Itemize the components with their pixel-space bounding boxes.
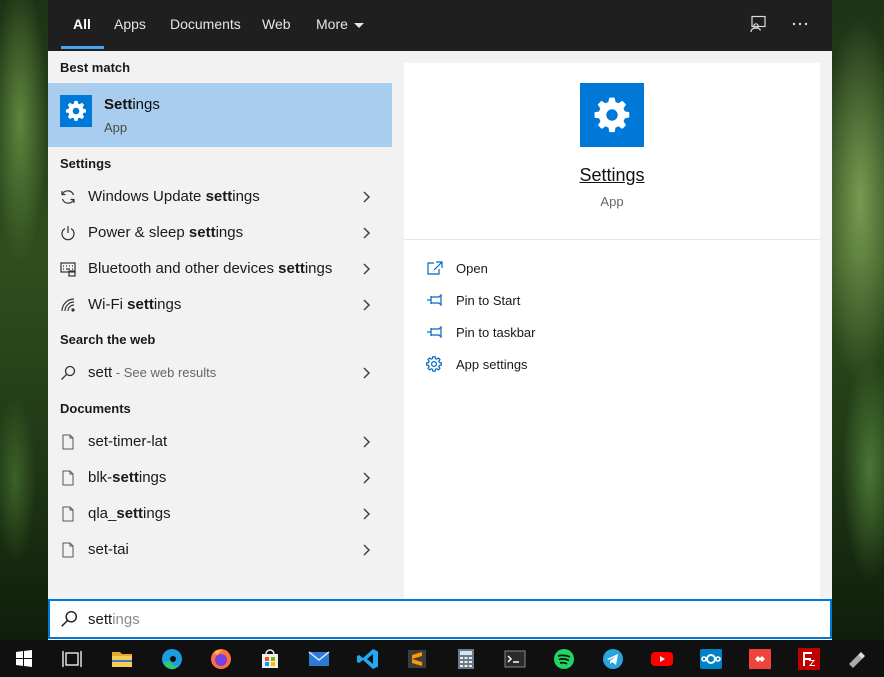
start-search-panel: All Apps Documents Web More Best match S… — [48, 0, 832, 640]
web-search-hint: - See web results — [112, 365, 217, 380]
caret-down-icon — [353, 22, 364, 28]
vscode-icon[interactable] — [356, 647, 380, 671]
more-options-icon[interactable] — [788, 12, 812, 36]
gear-icon — [580, 83, 644, 147]
document-result[interactable]: set-tai — [48, 532, 392, 568]
terminal-icon[interactable] — [503, 647, 527, 671]
spotify-icon[interactable] — [552, 647, 576, 671]
action-app-settings[interactable]: App settings — [426, 354, 726, 376]
tab-documents[interactable]: Documents — [170, 0, 241, 51]
usb-drive-icon[interactable] — [845, 647, 869, 671]
best-match-title: Settings — [104, 96, 160, 113]
mail-icon[interactable] — [307, 647, 331, 671]
action-label: Pin to taskbar — [456, 325, 536, 340]
pin-icon — [426, 292, 444, 308]
section-best-match: Best match — [60, 60, 131, 75]
web-search-result[interactable]: sett - See web results — [48, 355, 392, 391]
results-list: Best match Settings App Settings Windows… — [48, 51, 392, 599]
document-label: set-timer-lat — [88, 433, 168, 450]
anydesk-icon[interactable] — [748, 647, 772, 671]
action-pin-to-start[interactable]: Pin to Start — [426, 290, 726, 312]
section-documents: Documents — [60, 401, 131, 416]
action-label: Pin to Start — [456, 293, 521, 308]
youtube-icon[interactable] — [650, 647, 674, 671]
refresh-icon — [59, 188, 77, 206]
search-typed-text: sett — [88, 611, 113, 628]
document-icon — [59, 541, 77, 559]
document-label: set-tai — [88, 541, 129, 558]
chevron-right-icon[interactable] — [360, 506, 372, 522]
document-result[interactable]: qla_settings — [48, 496, 392, 532]
edge-icon[interactable] — [160, 647, 184, 671]
section-search-the-web: Search the web — [60, 332, 156, 347]
taskbar — [0, 640, 884, 677]
tab-web[interactable]: Web — [262, 0, 291, 51]
action-label: Open — [456, 261, 488, 276]
wifi-icon — [59, 296, 77, 314]
sublime-text-icon[interactable] — [405, 647, 429, 671]
action-open[interactable]: Open — [426, 258, 726, 280]
document-label: blk-settings — [88, 469, 167, 486]
settings-result-label: Wi-Fi settings — [88, 296, 182, 313]
keyboard-icon — [59, 260, 77, 278]
open-icon — [426, 260, 444, 276]
gear-icon — [426, 356, 444, 372]
best-match-item[interactable]: Settings App — [48, 83, 392, 147]
calculator-icon[interactable] — [454, 647, 478, 671]
search-box[interactable]: settings — [48, 599, 832, 639]
chevron-right-icon[interactable] — [360, 434, 372, 450]
chevron-right-icon[interactable] — [360, 189, 372, 205]
search-icon — [60, 610, 78, 628]
settings-result-label: Windows Update settings — [88, 188, 260, 205]
detail-title[interactable]: Settings — [404, 165, 820, 186]
detail-pane: Settings App Open Pin to Start Pin to ta… — [404, 63, 820, 599]
document-icon — [59, 469, 77, 487]
gear-icon — [60, 95, 92, 127]
tab-apps[interactable]: Apps — [114, 0, 146, 51]
settings-result-windows-update[interactable]: Windows Update settings — [48, 179, 392, 215]
settings-result-power-sleep[interactable]: Power & sleep settings — [48, 215, 392, 251]
telegram-icon[interactable] — [601, 647, 625, 671]
action-label: App settings — [456, 357, 528, 372]
chevron-right-icon[interactable] — [360, 261, 372, 277]
detail-subtitle: App — [600, 194, 624, 209]
filezilla-icon[interactable] — [797, 647, 821, 671]
chevron-right-icon[interactable] — [360, 297, 372, 313]
feedback-icon[interactable] — [746, 12, 770, 36]
firefox-icon[interactable] — [209, 647, 233, 671]
search-icon — [59, 364, 77, 382]
settings-result-bluetooth[interactable]: Bluetooth and other devices settings — [48, 251, 392, 287]
search-input[interactable]: settings — [88, 611, 140, 628]
section-settings: Settings — [60, 156, 112, 171]
document-result[interactable]: set-timer-lat — [48, 424, 392, 460]
web-search-label: sett - See web results — [88, 364, 217, 381]
tab-more-label: More — [316, 16, 348, 32]
chevron-right-icon[interactable] — [360, 470, 372, 486]
settings-result-wifi[interactable]: Wi-Fi settings — [48, 287, 392, 323]
power-icon — [59, 224, 77, 242]
microsoft-store-icon[interactable] — [258, 647, 282, 671]
chevron-right-icon[interactable] — [360, 542, 372, 558]
document-result[interactable]: blk-settings — [48, 460, 392, 496]
search-scope-bar: All Apps Documents Web More — [48, 0, 832, 51]
settings-result-label: Power & sleep settings — [88, 224, 244, 241]
best-match-subtitle: App — [104, 120, 128, 135]
divider — [404, 239, 820, 240]
chevron-right-icon[interactable] — [360, 225, 372, 241]
search-suggestion-text: ings — [112, 611, 140, 628]
windows-start-icon[interactable] — [12, 647, 36, 671]
document-icon — [59, 505, 77, 523]
settings-result-label: Bluetooth and other devices settings — [88, 260, 333, 277]
nextcloud-icon[interactable] — [699, 647, 723, 671]
document-label: qla_settings — [88, 505, 171, 522]
action-pin-to-taskbar[interactable]: Pin to taskbar — [426, 322, 726, 344]
pin-icon — [426, 324, 444, 340]
document-icon — [59, 433, 77, 451]
file-explorer-icon[interactable] — [110, 647, 134, 671]
tab-all[interactable]: All — [61, 0, 104, 51]
chevron-right-icon[interactable] — [360, 365, 372, 381]
tab-more[interactable]: More — [316, 0, 364, 51]
task-view-icon[interactable] — [60, 647, 84, 671]
